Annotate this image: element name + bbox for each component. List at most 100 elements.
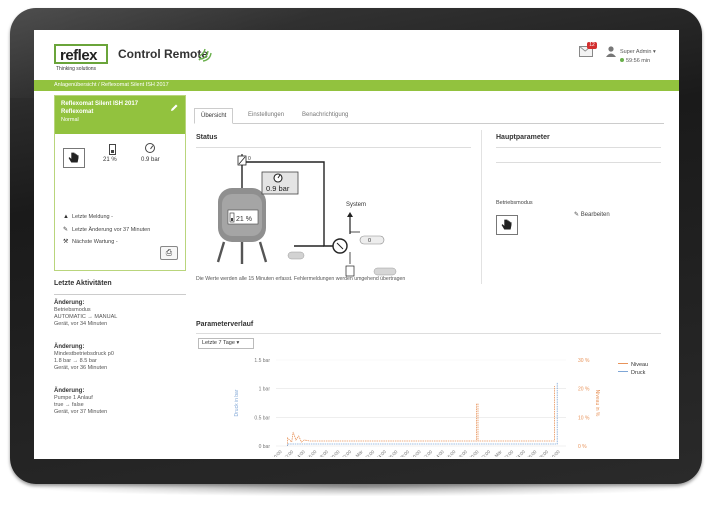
hand-icon xyxy=(68,152,79,163)
main-params-divider xyxy=(496,147,661,148)
activities-title: Letzte Aktivitäten xyxy=(54,280,112,287)
history-divider xyxy=(196,333,661,334)
wrench-icon: ⚒ xyxy=(63,239,69,245)
x-tick-label: 12:00 xyxy=(283,449,295,457)
activity-heading: Änderung: xyxy=(54,388,85,394)
edit-label: Bearbeiten xyxy=(580,212,610,218)
print-button[interactable]: ⎙ xyxy=(160,246,178,260)
activity-field: Pumpe 1 Anlauf xyxy=(54,395,93,401)
x-tick-label: 06:00 xyxy=(387,449,399,457)
activity-meta: Gerät, vor 34 Minuten xyxy=(54,321,108,327)
x-tick-label: 12:00 xyxy=(422,449,434,457)
x-tick-label: 20:00 xyxy=(468,449,480,457)
operating-mode-label: Betriebsmodus xyxy=(496,200,533,206)
x-tick-label: 08:00 xyxy=(537,449,549,457)
column-divider xyxy=(481,130,482,284)
y-tick-right: 20 % xyxy=(578,387,590,393)
y-tick-right: 0 % xyxy=(578,444,587,450)
y-axis-label-left: Druck in bar xyxy=(234,389,240,416)
status-dot xyxy=(620,58,624,62)
x-tick-label: 08:00 xyxy=(398,449,410,457)
history-title: Parameterverlauf xyxy=(196,321,254,328)
series-niveau xyxy=(287,386,555,446)
notification-badge: 12 xyxy=(587,42,597,49)
parameter-chart: 0 bar 0.5 bar 1 bar 1.5 bar 0 % 10 % 20 % 30 % D… xyxy=(234,358,600,457)
range-value: Letzte 7 Tage xyxy=(202,340,235,346)
y-tick-left: 1 bar xyxy=(259,387,271,393)
x-tick-label: 04:00 xyxy=(514,449,526,457)
x-tick-label: 18:00 xyxy=(317,449,329,457)
status-title: Status xyxy=(196,134,218,141)
main-params-title: Hauptparameter xyxy=(496,134,550,141)
tab-settings[interactable]: Einstellungen xyxy=(242,108,290,124)
x-tick-label: 10:00 xyxy=(410,449,422,457)
app-screen: reflex Thinking solutions Control Remote… xyxy=(34,30,679,459)
x-tick-label: 14:00 xyxy=(294,449,306,457)
x-tick-label: 10:00 xyxy=(271,449,283,457)
manual-mode-tile[interactable] xyxy=(63,148,85,168)
user-icon[interactable] xyxy=(606,46,616,57)
y-tick-left: 0 bar xyxy=(259,444,271,450)
warning-icon: ▲ xyxy=(63,214,69,220)
activity-change: 1.8 bar → 8.5 bar xyxy=(54,358,97,364)
device-state: Normal xyxy=(61,117,79,123)
device-card-header: Reflexomat Silent ISH 2017 Reflexomat No… xyxy=(55,96,185,134)
last-change-row: ✎ Letzte Änderung vor 37 Minuten xyxy=(63,226,150,233)
pressure-value: 0.9 bar xyxy=(141,157,160,163)
last-message-row: ▲ Letzte Meldung - xyxy=(63,214,113,220)
schematic-pressure: 0.9 bar xyxy=(266,184,290,193)
tank-level-icon xyxy=(109,144,116,155)
activity-field: Mindestbetriebsdruck p0 xyxy=(54,351,114,357)
x-tick-label: 22:00 xyxy=(480,449,492,457)
tab-notifications[interactable]: Benachrichtigung xyxy=(296,108,354,124)
timer-value: 59:56 min xyxy=(626,58,651,64)
x-tick-label: 16:00 xyxy=(306,449,318,457)
edit-icon[interactable] xyxy=(170,104,178,112)
system-schematic: 21 % 0.9 bar 0 System 0 xyxy=(216,154,397,277)
device-card[interactable]: Reflexomat Silent ISH 2017 Reflexomat No… xyxy=(54,95,186,271)
activities-divider xyxy=(54,294,186,295)
activity-item: Änderung: Mindestbetriebsdruck p0 1.8 ba… xyxy=(54,344,184,372)
x-tick-label: 10:00 xyxy=(549,449,561,457)
x-tick-label: 14:00 xyxy=(433,449,445,457)
hand-icon xyxy=(501,219,512,230)
device-type: Reflexomat xyxy=(61,109,94,115)
flow-value: 0 xyxy=(368,238,371,244)
range-select[interactable]: Letzte 7 Tage ▾ xyxy=(198,338,254,349)
x-tick-label: 18:00 xyxy=(456,449,468,457)
logo-text: reflex xyxy=(60,47,98,64)
activity-meta: Gerät, vor 37 Minuten xyxy=(54,409,108,415)
y-tick-left: 1.5 bar xyxy=(254,358,270,364)
edit-button[interactable]: ✎ Bearbeiten xyxy=(574,211,610,218)
reflex-logo[interactable]: reflex Thinking solutions xyxy=(54,44,108,74)
x-tick-label: 04:00 xyxy=(375,449,387,457)
x-tick-label: 20:00 xyxy=(329,449,341,457)
activity-item: Änderung: Pumpe 1 Anlauf true → false Ge… xyxy=(54,388,184,416)
logo-tagline: Thinking solutions xyxy=(56,66,97,72)
activity-heading: Änderung: xyxy=(54,344,85,350)
user-name: Super Admin xyxy=(620,49,652,55)
schematic-level: 21 % xyxy=(236,216,252,223)
valve-value: 0 xyxy=(248,156,251,162)
level-value: 21 % xyxy=(103,157,117,163)
series-druck xyxy=(287,382,558,446)
logo-box: reflex xyxy=(54,44,108,64)
breadcrumb-bar: Anlagenübersicht / Reflexomat Silent ISH… xyxy=(34,80,679,91)
app-header: reflex Thinking solutions Control Remote… xyxy=(34,30,679,80)
user-menu[interactable]: Super Admin ▾ xyxy=(620,49,656,55)
pressure-gauge-icon xyxy=(145,143,155,153)
tab-bar: Übersicht Einstellungen Benachrichtigung xyxy=(194,108,664,124)
pencil-icon: ✎ xyxy=(63,227,69,233)
x-tick-label: 16:00 xyxy=(445,449,457,457)
signal-icon xyxy=(198,48,212,62)
main-params-divider-2 xyxy=(496,162,661,163)
x-tick-label: 02:00 xyxy=(503,449,515,457)
breadcrumb[interactable]: Anlagenübersicht / Reflexomat Silent ISH… xyxy=(54,82,169,88)
last-message: Letzte Meldung - xyxy=(72,214,113,220)
tab-overview[interactable]: Übersicht xyxy=(194,108,234,124)
activity-item: Änderung: Betriebsmodus AUTOMATIC → MANU… xyxy=(54,300,184,328)
y-axis-label-right: Niveau in % xyxy=(594,390,600,417)
activity-change: true → false xyxy=(54,402,84,408)
operating-mode-tile[interactable] xyxy=(496,215,518,235)
pencil-icon: ✎ xyxy=(574,212,581,218)
